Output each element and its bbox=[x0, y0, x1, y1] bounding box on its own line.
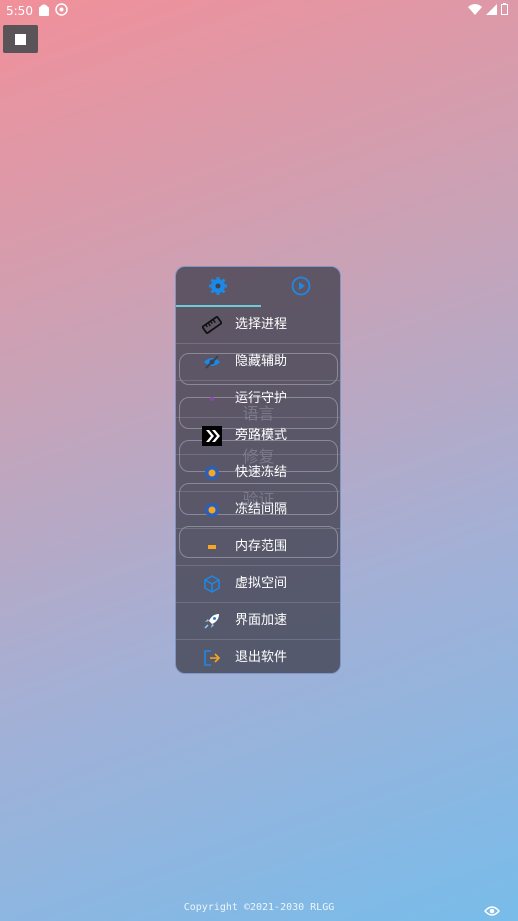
tab-bar bbox=[176, 267, 340, 307]
eye-icon[interactable] bbox=[484, 905, 500, 917]
menu-item-select-process[interactable]: 选择进程 bbox=[176, 307, 340, 344]
snowflake-icon bbox=[205, 466, 219, 480]
menu-item-label: 内存范围 bbox=[235, 539, 288, 554]
menu-item-freeze-interval[interactable]: 冻结间隔 bbox=[176, 492, 340, 529]
menu-item-memory-range[interactable]: 内存范围 bbox=[176, 529, 340, 566]
menu-item-label: 虚拟空间 bbox=[235, 576, 288, 591]
play-circle-icon bbox=[291, 276, 310, 296]
shield-dot-icon bbox=[210, 397, 214, 401]
bypass-icon bbox=[202, 426, 222, 446]
menu-item-label: 运行守护 bbox=[235, 391, 288, 406]
ruler-icon bbox=[202, 316, 222, 334]
menu-item-label: 快速冻结 bbox=[235, 465, 288, 480]
menu-item-label: 选择进程 bbox=[235, 317, 288, 332]
settings-notify-icon bbox=[55, 3, 68, 16]
stop-icon bbox=[15, 33, 26, 45]
menu-item-hide-assist[interactable]: 隐藏辅助 bbox=[176, 344, 340, 381]
menu-item-exit[interactable]: 退出软件 bbox=[176, 640, 340, 673]
menu-item-label: 旁路模式 bbox=[235, 428, 288, 443]
tab-run[interactable] bbox=[259, 267, 340, 305]
cube-icon bbox=[204, 575, 220, 593]
menu-item-label: 退出软件 bbox=[235, 650, 288, 665]
memory-icon bbox=[208, 545, 216, 549]
rocket-icon bbox=[204, 614, 219, 629]
eye-off-icon bbox=[204, 355, 220, 369]
menu-item-quick-freeze[interactable]: 快速冻结 bbox=[176, 455, 340, 492]
floating-menu-panel: 语言 修复 验证 选择进程 隐藏辅助 运行守护 旁路模式 快速冻结 冻结间隔 内… bbox=[175, 266, 341, 674]
menu-item-virtual-space[interactable]: 虚拟空间 bbox=[176, 566, 340, 603]
status-bar: 5:50 bbox=[0, 0, 518, 22]
wifi-icon bbox=[468, 3, 482, 15]
menu-item-label: 界面加速 bbox=[235, 613, 288, 628]
battery-icon bbox=[501, 3, 508, 15]
menu-item-label: 隐藏辅助 bbox=[235, 354, 288, 369]
tab-settings[interactable] bbox=[176, 267, 259, 305]
stop-button[interactable] bbox=[3, 25, 38, 53]
snowflake-timer-icon bbox=[205, 503, 219, 517]
menu-item-label: 冻结间隔 bbox=[235, 502, 288, 517]
status-time: 5:50 bbox=[6, 4, 33, 18]
android-icon bbox=[39, 4, 49, 16]
signal-icon bbox=[486, 3, 497, 15]
menu-item-bypass-mode[interactable]: 旁路模式 bbox=[176, 418, 340, 455]
exit-icon bbox=[204, 650, 221, 666]
menu-item-run-guard[interactable]: 运行守护 bbox=[176, 381, 340, 418]
copyright-text: Copyright ©2021-2030 RLGG bbox=[183, 902, 335, 913]
menu-item-ui-accelerate[interactable]: 界面加速 bbox=[176, 603, 340, 640]
menu-list: 选择进程 隐藏辅助 运行守护 旁路模式 快速冻结 冻结间隔 内存范围 虚拟空间 … bbox=[176, 307, 340, 673]
gear-icon bbox=[208, 277, 227, 295]
